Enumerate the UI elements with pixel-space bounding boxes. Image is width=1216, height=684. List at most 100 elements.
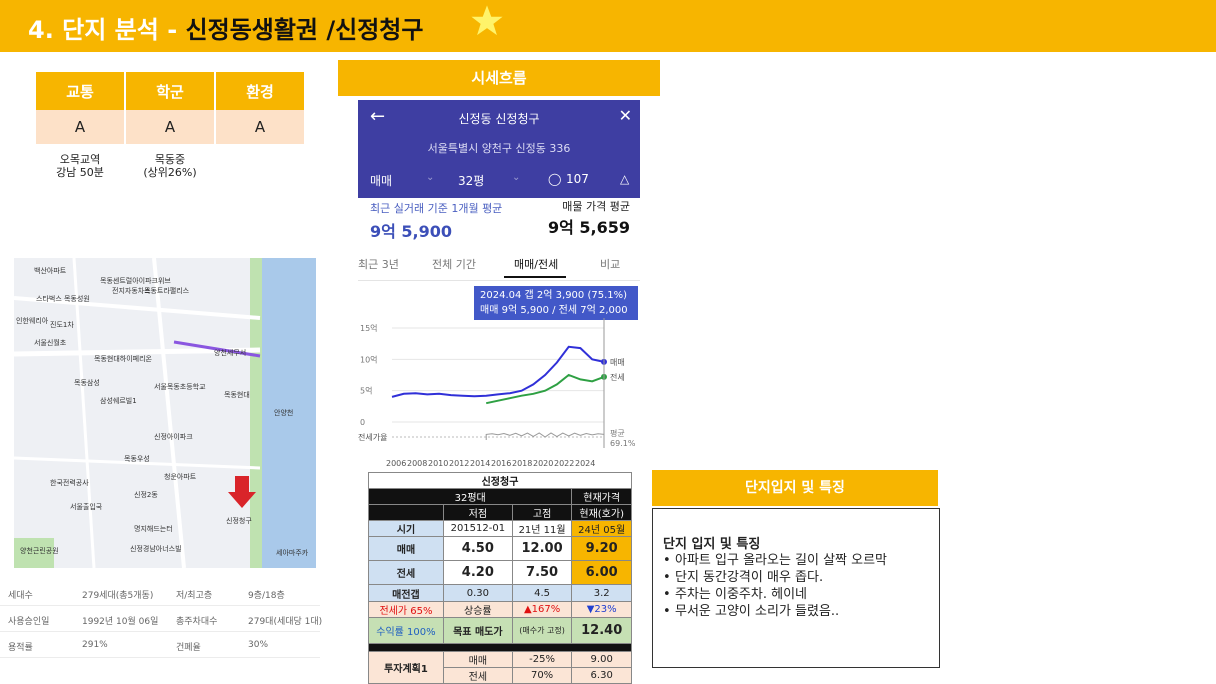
- inv-period-now: 24년 05월: [571, 520, 632, 538]
- map-label: 스타벅스: [36, 295, 62, 303]
- info-key: 용적률: [8, 643, 33, 653]
- x-tick-label: 2020: [533, 459, 553, 468]
- map-background: [14, 258, 316, 568]
- inv-plan-jeonse-pct: 70%: [511, 666, 573, 684]
- comment-count: 107: [566, 172, 589, 186]
- x-tick-label: 2018: [512, 459, 532, 468]
- inv-jeonse-now: 6.00: [571, 560, 632, 586]
- map-label: 청운아파트: [164, 473, 197, 481]
- inv-rise-now: ▼23%: [571, 600, 632, 618]
- inv-plan-sale-val: 9.00: [571, 650, 632, 668]
- map-label: 서울출입국: [70, 503, 103, 511]
- inv-plan-sale-pct: -25%: [511, 650, 573, 668]
- map-label: 서울신월초: [34, 339, 67, 347]
- title-prefix: 4. 단지 분석 -: [28, 16, 186, 44]
- grade-note-school: 목동중 (상위26%): [143, 153, 197, 179]
- info-row: 용적률 291% 건폐율 30%: [0, 632, 320, 658]
- filter-bar: 매매 ⌄ 32평 ⌄ ◯ 107 △: [358, 170, 640, 198]
- map-label: 목동삼성: [74, 379, 100, 387]
- tooltip-line-1: 2024.04 갭 2억 3,900 (75.1%): [480, 290, 628, 301]
- page-title: 4. 단지 분석 - 신정동생활권 /신정청구: [28, 10, 423, 45]
- location-map[interactable]: 백산아파트 목동센트럴아이파크위브 전지자동차스 스타벅스 목동성원 목동트라팰리스 인한웨…: [14, 258, 316, 568]
- inv-row-gap-label: 매전갭: [368, 584, 444, 602]
- map-label: 목동센트럴아이파크위브: [100, 277, 171, 285]
- inv-row-period-label: 시기: [368, 520, 444, 538]
- map-label: 양천근린공원: [20, 547, 59, 555]
- ratio-line: [485, 432, 605, 441]
- info-value: 279대(세대당 1대): [248, 617, 323, 627]
- inv-col-now: 현재(호가): [571, 504, 632, 522]
- inv-period-low: 201512-01: [442, 520, 513, 538]
- map-label: 신정청구: [226, 517, 252, 525]
- map-label: 한국전력공사: [50, 479, 89, 487]
- map-label: 안양천: [274, 409, 294, 417]
- info-key: 저/최고층: [176, 591, 213, 601]
- period-tab-compare[interactable]: 비교: [600, 256, 620, 272]
- inv-row-sale-label: 매매: [368, 536, 444, 562]
- x-tick-label: 2016: [491, 459, 511, 468]
- series-line-sale: [391, 345, 605, 398]
- size-select[interactable]: 32평: [458, 172, 484, 189]
- series-legend-label: 매매: [610, 358, 625, 367]
- recent-price-value: 9억 5,900: [370, 222, 453, 241]
- chart-tooltip: 2024.04 갭 2억 3,900 (75.1%) 매매 9억 5,900 /…: [474, 286, 638, 320]
- inv-jeonse-high: 7.50: [511, 560, 573, 586]
- page-header: 4. 단지 분석 - 신정동생활권 /신정청구: [0, 0, 1216, 52]
- ratio-label: 전세가율: [358, 432, 387, 442]
- inv-plan-jeonse-val: 6.30: [571, 666, 632, 684]
- grade-header-environment: 환경: [216, 72, 304, 110]
- inv-return-label: 수익률 100%: [368, 616, 444, 644]
- x-tick-label: 2024: [575, 459, 595, 468]
- inv-gap-now: 3.2: [571, 584, 632, 602]
- chevron-down-icon: ⌄: [512, 172, 521, 183]
- map-label: 신정2동: [134, 491, 158, 499]
- inv-col-32: 32평대: [367, 488, 573, 506]
- x-tick-label: 2006: [386, 459, 406, 468]
- inv-col-low: 저점: [442, 504, 513, 522]
- map-label: 목동현대하이페리온: [94, 355, 152, 363]
- inv-plan-label: 투자계획1: [368, 650, 444, 684]
- trend-header: 시세흐름: [338, 60, 660, 96]
- inv-target-note: (매수가 고정): [511, 616, 573, 644]
- map-label: 명지해드는터: [134, 525, 173, 533]
- period-tab-all[interactable]: 전체 기간: [432, 256, 476, 272]
- period-tab-3y[interactable]: 최근 3년: [358, 256, 399, 272]
- inv-rise-high: ▲167%: [511, 600, 573, 618]
- inv-row-jeonse-label: 전세: [368, 560, 444, 586]
- y-tick-label: 0: [360, 418, 365, 427]
- x-tick-label: 2022: [554, 459, 574, 468]
- info-key: 총주차대수: [176, 617, 218, 627]
- y-tick-label: 5억: [360, 386, 372, 396]
- grade-note-environment: [216, 144, 304, 188]
- app-top-bar: ← ✕ 신정동 신정청구 서울특별시 양천구 신정동 336 매매 ⌄ 32평 …: [358, 100, 640, 198]
- inv-sale-low: 4.50: [442, 536, 513, 562]
- tooltip-line-2: 매매 9억 5,900 / 전세 7억 2,000: [480, 305, 628, 316]
- complex-name: 신정동 신정청구: [458, 112, 540, 126]
- inv-plan-sale: 매매: [442, 650, 513, 668]
- list-item: 단지 동간강격이 매우 좁다.: [663, 569, 929, 586]
- period-tab-sale-jeonse[interactable]: 매매/전세: [514, 256, 558, 272]
- map-label: 양천세무서: [214, 349, 247, 357]
- complex-address: 서울특별시 양천구 신정동 336: [427, 142, 571, 155]
- features-title: 단지 입지 및 특징: [663, 537, 761, 552]
- deal-type-select[interactable]: 매매: [370, 172, 392, 189]
- inv-sale-now: 9.20: [571, 536, 632, 562]
- grade-value-school: A: [126, 110, 214, 144]
- map-label: 신정경남아너스빌: [130, 545, 182, 553]
- active-tab-underline: [504, 276, 566, 278]
- y-tick-label: 15억: [360, 323, 378, 333]
- inv-blank: [368, 504, 444, 522]
- list-item: 아파트 입구 올라오는 길이 살짝 오르막: [663, 552, 929, 569]
- grade-note-traffic: 오목교역 강남 50분: [56, 153, 104, 179]
- list-item: 주차는 이중주차. 헤이네: [663, 586, 929, 603]
- avg-label: 평균: [610, 428, 625, 438]
- map-label: 백산아파트: [34, 267, 67, 275]
- map-label: 목동우성: [124, 455, 150, 463]
- comment-icon[interactable]: ◯: [548, 172, 561, 186]
- recent-price-label: 최근 실거래 기준 1개월 평균: [370, 202, 503, 215]
- info-value: 9층/18층: [248, 591, 285, 601]
- bell-icon[interactable]: △: [620, 172, 629, 186]
- listing-price-value: 9억 5,659: [547, 218, 630, 237]
- map-label: 삼성쉐르빌1: [100, 397, 137, 405]
- info-row: 세대수 279세대(총5개동) 저/최고층 9층/18층: [0, 580, 320, 606]
